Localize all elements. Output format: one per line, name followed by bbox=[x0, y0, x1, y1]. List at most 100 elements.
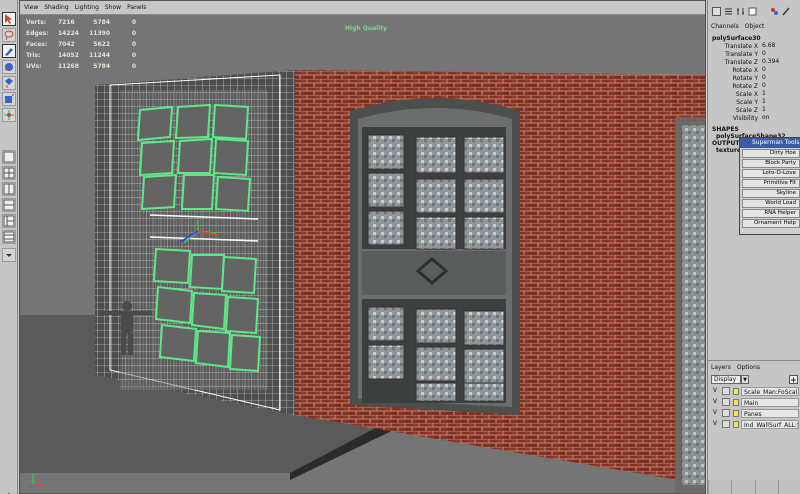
attr-rotate-z[interactable]: Rotate Z0 bbox=[708, 82, 800, 90]
selected-object-name: polySurface30 bbox=[712, 35, 761, 42]
attr-visibility[interactable]: Visibility on bbox=[708, 114, 800, 122]
viewport-menu-lighting[interactable]: Lighting bbox=[75, 4, 99, 11]
paint-icon[interactable] bbox=[782, 7, 791, 16]
layers-bottom-slot bbox=[777, 480, 800, 494]
layer-type-box[interactable] bbox=[722, 387, 730, 395]
select-tool-icon[interactable] bbox=[2, 12, 16, 26]
attr-value[interactable]: 0 bbox=[760, 66, 798, 74]
layer-type-box[interactable] bbox=[722, 398, 730, 406]
layers-menu-bar: Layers Options bbox=[708, 361, 800, 373]
manipulator-tool-icon[interactable] bbox=[2, 108, 16, 122]
3d-viewport[interactable]: View Shading Lighting Show Panels Verts:… bbox=[19, 0, 706, 494]
attr-rotate-y[interactable]: Rotate Y0 bbox=[708, 74, 800, 82]
attr-value[interactable]: 1 bbox=[760, 90, 798, 98]
layer-row[interactable]: V Ind_WallSurf_ALL:S bbox=[708, 419, 800, 429]
attr-value[interactable]: 0 bbox=[760, 74, 798, 82]
menu-item-primitive-fit[interactable]: Primitive Fit bbox=[742, 179, 800, 188]
superman-tools-menu: Superman Tools Dirty Hoe Block Party Lot… bbox=[739, 137, 800, 235]
attr-translate-y[interactable]: Translate Y0 bbox=[708, 50, 800, 58]
color-swatch-icon[interactable] bbox=[770, 7, 779, 16]
layers-bottom-slot bbox=[731, 480, 754, 494]
layer-row[interactable]: V Main bbox=[708, 397, 800, 407]
two-view-icon[interactable] bbox=[2, 182, 16, 196]
layer-color-swatch[interactable] bbox=[733, 398, 739, 406]
hud-faces-label: Faces: bbox=[26, 41, 48, 48]
layout-c-icon[interactable] bbox=[2, 230, 16, 244]
layer-type-box[interactable] bbox=[722, 420, 730, 428]
paint-select-icon[interactable] bbox=[2, 44, 16, 58]
layout-b-icon[interactable] bbox=[2, 214, 16, 228]
attr-rotate-x[interactable]: Rotate X0 bbox=[708, 66, 800, 74]
layers-bottom-bar bbox=[708, 480, 800, 494]
display-select[interactable]: Display bbox=[711, 374, 741, 384]
channel-box-toggle-icon[interactable] bbox=[712, 6, 721, 16]
attribute-editor-icon[interactable] bbox=[724, 7, 733, 16]
scale-tool-icon[interactable] bbox=[2, 92, 16, 106]
single-view-icon[interactable] bbox=[2, 150, 16, 164]
attr-value[interactable]: 1 bbox=[760, 106, 798, 114]
viewport-menu-shading[interactable]: Shading bbox=[44, 4, 68, 11]
layer-color-swatch[interactable] bbox=[733, 420, 739, 428]
tab-channels[interactable]: Channels bbox=[711, 23, 739, 30]
layer-name[interactable]: Main bbox=[741, 397, 799, 407]
attr-label: Translate Z bbox=[724, 58, 758, 66]
layout-a-icon[interactable] bbox=[2, 198, 16, 212]
attr-label: Scale X bbox=[735, 90, 758, 98]
layer-name[interactable]: Ind_WallSurf_ALL:S bbox=[741, 419, 799, 429]
attr-value[interactable]: 0.394 bbox=[760, 58, 798, 66]
menu-item-loto-o-love[interactable]: Loto-O-Love bbox=[742, 169, 800, 178]
attr-value[interactable]: 0 bbox=[760, 82, 798, 90]
chevron-down-icon[interactable]: ▼ bbox=[741, 374, 749, 384]
move-tool-icon[interactable] bbox=[2, 60, 16, 74]
viewport-menu-panels[interactable]: Panels bbox=[127, 4, 146, 11]
attr-scale-z[interactable]: Scale Z1 bbox=[708, 106, 800, 114]
channel-box-tabs: Channels Object bbox=[708, 22, 800, 31]
tool-settings-icon[interactable] bbox=[736, 7, 745, 16]
menu-title[interactable]: Superman Tools bbox=[740, 138, 800, 148]
layer-visibility[interactable]: V bbox=[711, 420, 719, 428]
attr-value[interactable]: 6.68 bbox=[760, 42, 798, 50]
layer-color-swatch[interactable] bbox=[733, 409, 739, 417]
layer-visibility[interactable]: V bbox=[711, 398, 719, 406]
tab-object[interactable]: Object bbox=[745, 23, 765, 30]
scene-render bbox=[20, 15, 705, 493]
toolbox bbox=[0, 0, 18, 494]
attr-translate-x[interactable]: Translate X 6.68 bbox=[708, 42, 800, 50]
layer-visibility[interactable]: V bbox=[711, 409, 719, 417]
attr-scale-y[interactable]: Scale Y1 bbox=[708, 98, 800, 106]
four-view-icon[interactable] bbox=[2, 166, 16, 180]
hud-uvs-a: 11268 bbox=[58, 63, 79, 70]
layers-menu-layers[interactable]: Layers bbox=[711, 364, 731, 371]
view-axis-icon bbox=[28, 474, 44, 489]
attr-value[interactable]: 0 bbox=[760, 50, 798, 58]
hud-faces-b: 5622 bbox=[93, 41, 110, 48]
layers-menu-options[interactable]: Options bbox=[737, 364, 760, 371]
layer-name[interactable]: Panes bbox=[741, 408, 799, 418]
attr-scale-x[interactable]: Scale X1 bbox=[708, 90, 800, 98]
menu-item-skyline[interactable]: Skyline bbox=[742, 189, 800, 198]
layer-visibility[interactable]: V bbox=[711, 387, 719, 395]
viewport-menu-show[interactable]: Show bbox=[105, 4, 121, 11]
layers-bottom-slot bbox=[708, 480, 731, 494]
menu-item-dirty-hoe[interactable]: Dirty Hoe bbox=[742, 149, 800, 158]
layout-menu-icon[interactable] bbox=[2, 248, 16, 262]
rotate-tool-icon[interactable] bbox=[2, 76, 16, 90]
menu-item-block-party[interactable]: Block Party bbox=[742, 159, 800, 168]
layer-name[interactable]: Scale_Man:FoScal... bbox=[741, 386, 799, 396]
menu-item-rna-helper[interactable]: RNA Helper bbox=[742, 209, 800, 218]
layer-row[interactable]: V Panes bbox=[708, 408, 800, 418]
shapes-header: SHAPES bbox=[712, 126, 739, 133]
viewport-menu-view[interactable]: View bbox=[24, 4, 38, 11]
attr-translate-z[interactable]: Translate Z 0.394 bbox=[708, 58, 800, 66]
layer-row[interactable]: V Scale_Man:FoScal... bbox=[708, 386, 800, 396]
attr-value[interactable]: 1 bbox=[760, 98, 798, 106]
layer-editor-icon[interactable] bbox=[748, 7, 757, 16]
menu-item-ornament-help[interactable]: Ornament Help bbox=[742, 219, 800, 228]
attr-value[interactable]: on bbox=[760, 114, 798, 122]
lasso-tool-icon[interactable] bbox=[2, 28, 16, 42]
menu-item-world-load[interactable]: World Load bbox=[742, 199, 800, 208]
layer-color-swatch[interactable] bbox=[733, 387, 739, 395]
layer-type-box[interactable] bbox=[722, 409, 730, 417]
new-layer-icon[interactable] bbox=[789, 374, 798, 384]
attr-label: Rotate Y bbox=[732, 74, 758, 82]
